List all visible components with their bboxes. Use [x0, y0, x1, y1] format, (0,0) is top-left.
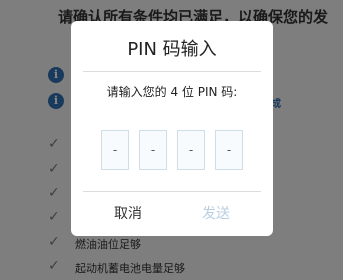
pin-prompt: 请输入您的 4 位 PIN 码: — [106, 85, 238, 99]
pin-digit-4[interactable]: - — [215, 130, 243, 170]
pin-digit-3[interactable]: - — [177, 130, 205, 170]
title-divider — [83, 71, 261, 72]
send-button[interactable]: 发送 — [181, 203, 251, 223]
pin-digit-1[interactable]: - — [101, 130, 129, 170]
button-divider — [83, 191, 261, 192]
pin-entry-dialog: PIN 码输入 请输入您的 4 位 PIN 码: - - - - 取消 发送 — [71, 21, 273, 236]
pin-digit-2[interactable]: - — [139, 130, 167, 170]
dialog-title: PIN 码输入 — [127, 39, 217, 60]
cancel-button[interactable]: 取消 — [93, 203, 163, 223]
